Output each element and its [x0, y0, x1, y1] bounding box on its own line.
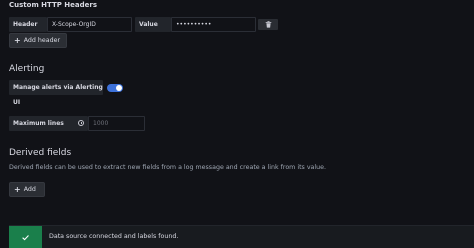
max-lines-input[interactable]: 1000	[88, 116, 145, 131]
custom-headers-title: Custom HTTP Headers	[9, 1, 98, 9]
header-name-input[interactable]: X-Scope-OrgID	[47, 17, 132, 32]
delete-header-button[interactable]	[258, 19, 278, 30]
value-label: Value	[135, 17, 171, 32]
plus-icon: +	[14, 184, 21, 194]
check-icon	[22, 235, 29, 241]
success-icon-box	[9, 226, 42, 248]
datasource-settings-page: Custom HTTP Headers Header X-Scope-OrgID…	[0, 0, 474, 248]
manage-alerts-label: Manage alerts via Alerting UI	[9, 80, 103, 106]
header-label: Header	[9, 17, 47, 32]
add-derived-field-label: Add	[23, 186, 36, 193]
info-icon[interactable]	[78, 120, 84, 126]
max-lines-label: Maximum lines	[9, 116, 88, 131]
trash-icon	[265, 21, 271, 28]
alerting-title: Alerting	[9, 64, 45, 74]
max-lines-label-text: Maximum lines	[13, 120, 64, 127]
add-header-button[interactable]: + Add header	[9, 33, 67, 48]
add-header-label: Add header	[23, 37, 61, 44]
alert-message: Data source connected and labels found.	[49, 233, 179, 240]
add-derived-field-button[interactable]: + Add	[9, 182, 45, 197]
derived-fields-description: Derived fields can be used to extract ne…	[9, 164, 327, 171]
manage-alerts-toggle[interactable]	[107, 84, 123, 92]
toggle-knob	[116, 85, 122, 91]
plus-icon: +	[14, 35, 21, 45]
derived-fields-title: Derived fields	[9, 148, 72, 158]
success-alert: Data source connected and labels found.	[9, 225, 474, 248]
header-value-input[interactable]: ••••••••••	[171, 17, 256, 32]
